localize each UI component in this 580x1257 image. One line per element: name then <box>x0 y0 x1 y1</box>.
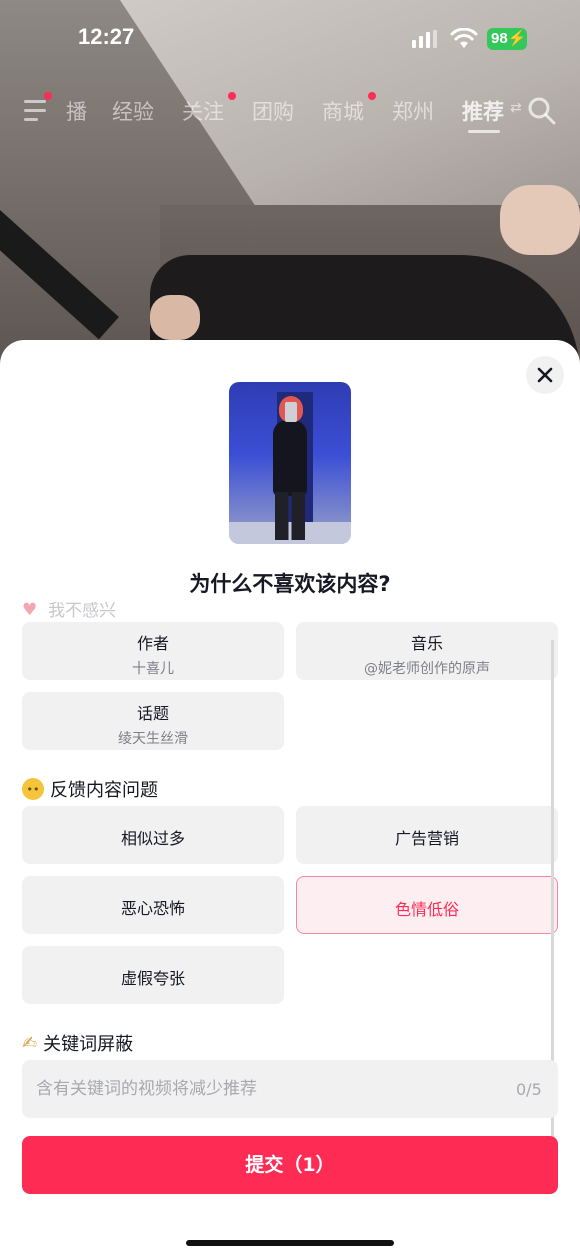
status-bar: 12:27 98⚡ <box>0 0 580 80</box>
option-topic[interactable]: 话题 绫天生丝滑 <box>22 692 284 750</box>
tab-recommend[interactable]: 推荐 <box>462 96 504 126</box>
interest-section-label: ♥ 我不感兴 <box>22 602 116 621</box>
keyword-count: 0/5 <box>516 1080 542 1099</box>
option-author[interactable]: 作者 十喜儿 <box>22 622 284 680</box>
battery-icon: 98⚡ <box>487 28 527 50</box>
mall-notification-dot <box>368 92 376 100</box>
following-notification-dot <box>228 92 236 100</box>
keyword-section-label: ✍ 关键词屏蔽 <box>22 1032 134 1056</box>
tab-active-indicator <box>468 130 500 133</box>
worried-face-icon: •• <box>22 778 44 800</box>
option-vulgar-selected[interactable]: 色情低俗 <box>296 876 558 934</box>
video-hand-right <box>500 185 580 255</box>
tab-live[interactable]: 播 <box>66 96 87 126</box>
heart-icon: ♥ <box>22 602 38 620</box>
submit-button[interactable]: 提交（1） <box>22 1136 558 1194</box>
swap-icon[interactable]: ⇄ <box>510 100 522 116</box>
option-false-exaggeration[interactable]: 虚假夸张 <box>22 946 284 1004</box>
tab-city[interactable]: 郑州 <box>392 96 434 126</box>
video-hand-left <box>150 295 200 340</box>
top-nav: 播 经验 关注 团购 商城 郑州 推荐 ⇄ <box>0 88 580 133</box>
close-button[interactable] <box>526 356 564 394</box>
options-scroll-area[interactable]: ♥ 我不感兴 作者 十喜儿 音乐 @妮老师创作的原声 话题 绫天生丝滑 •• 反… <box>0 602 580 1122</box>
option-too-similar[interactable]: 相似过多 <box>22 806 284 864</box>
close-icon <box>537 367 553 383</box>
search-icon[interactable] <box>527 96 557 126</box>
writing-hand-icon: ✍ <box>22 1032 38 1054</box>
sheet-title: 为什么不喜欢该内容? <box>189 572 391 596</box>
screen: 12:27 98⚡ 播 经验 关注 团购 商城 郑州 推荐 ⇄ 为什么不喜欢该内… <box>0 0 580 1257</box>
tab-mall[interactable]: 商城 <box>322 92 376 126</box>
cellular-signal-icon <box>412 30 437 48</box>
menu-notification-dot <box>44 92 52 100</box>
video-doorframe <box>0 210 119 340</box>
keyword-input[interactable] <box>22 1060 558 1118</box>
battery-level: 98 <box>491 30 508 47</box>
tab-group-buy[interactable]: 团购 <box>252 96 294 126</box>
feedback-section-label: •• 反馈内容问题 <box>22 776 158 802</box>
tab-experience[interactable]: 经验 <box>112 96 154 126</box>
home-indicator[interactable] <box>186 1240 394 1246</box>
dislike-feedback-sheet: 为什么不喜欢该内容? ♥ 我不感兴 作者 十喜儿 音乐 @妮老师创作的原声 话题… <box>0 340 580 1257</box>
menu-icon[interactable] <box>24 92 52 127</box>
option-music[interactable]: 音乐 @妮老师创作的原声 <box>296 622 558 680</box>
option-advertising[interactable]: 广告营销 <box>296 806 558 864</box>
video-thumbnail <box>229 382 351 544</box>
option-disgusting-horror[interactable]: 恶心恐怖 <box>22 876 284 934</box>
status-time: 12:27 <box>78 24 135 49</box>
wifi-icon <box>450 28 478 48</box>
tab-following[interactable]: 关注 <box>182 92 236 126</box>
